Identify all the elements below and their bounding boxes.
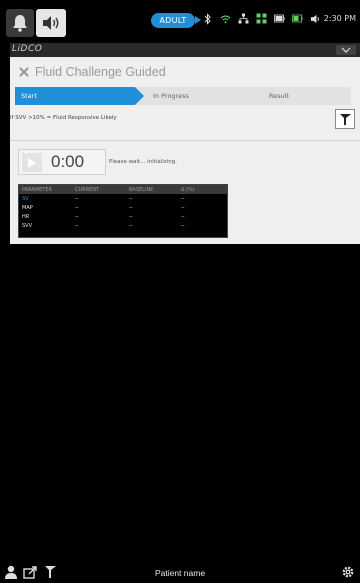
speaker-icon: [43, 16, 59, 30]
clock: 2:30 PM: [323, 14, 356, 23]
step-start: Start: [15, 87, 144, 105]
current-value: --: [75, 205, 79, 211]
step-label: Start: [21, 92, 37, 100]
baseline-value: --: [129, 196, 133, 202]
panel-title-text: Fluid Challenge Guided: [35, 65, 166, 79]
patient-mode-label: ADULT: [159, 16, 187, 25]
column-header: CURRENT: [75, 187, 100, 193]
column-header: BASELINE: [129, 187, 154, 193]
play-icon: [28, 157, 36, 168]
fluid-responsive-hint: If SVV >10% = Fluid Responsive Likely: [10, 115, 117, 121]
fluid-challenge-panel: Fluid Challenge Guided In Progress Resul…: [10, 57, 360, 244]
param-name: SV: [22, 196, 29, 202]
table-header: PARAMETER CURRENT BASELINE Δ (%): [19, 185, 227, 194]
divider: [10, 140, 360, 141]
network-icon: [238, 12, 249, 25]
collapse-button[interactable]: [336, 45, 356, 55]
current-value: --: [75, 223, 79, 229]
delta-value: --: [181, 205, 185, 211]
alarm-bell-button[interactable]: [6, 9, 34, 37]
play-button[interactable]: [22, 153, 42, 172]
column-header: Δ (%): [181, 187, 195, 193]
bluetooth-icon: [202, 12, 213, 25]
close-icon[interactable]: [18, 66, 30, 78]
step-label: Result: [269, 92, 290, 100]
current-value: --: [75, 214, 79, 220]
table-row: HR -- -- --: [19, 212, 227, 221]
settings-gear-icon[interactable]: [340, 564, 355, 579]
sound-button[interactable]: [36, 9, 66, 37]
table-row: SV -- -- --: [19, 194, 227, 203]
battery-icon: [292, 12, 303, 25]
wifi-icon: [220, 12, 231, 25]
table-row: SVV -- -- --: [19, 221, 227, 230]
param-name: SVV: [22, 223, 33, 229]
parameter-table: PARAMETER CURRENT BASELINE Δ (%) SV -- -…: [18, 184, 228, 238]
baseline-value: --: [129, 214, 133, 220]
step-result: Result: [245, 87, 351, 105]
system-status-icons: [202, 12, 321, 25]
panel-title: Fluid Challenge Guided: [18, 65, 166, 79]
delta-value: --: [181, 223, 185, 229]
timer-control: 0:00: [18, 149, 106, 175]
param-name: MAP: [22, 205, 33, 211]
step-label: In Progress: [153, 92, 189, 100]
column-header: PARAMETER: [22, 187, 52, 193]
timer-display: 0:00: [51, 152, 85, 171]
delta-value: --: [181, 196, 185, 202]
volume-icon: [310, 12, 321, 25]
baseline-value: --: [129, 223, 133, 229]
current-value: --: [75, 196, 79, 202]
grid-icon: [256, 12, 267, 25]
patient-name[interactable]: Patient name: [0, 568, 360, 578]
chevron-down-icon: [341, 47, 351, 53]
step-in-progress: In Progress: [135, 87, 255, 107]
event-flag-button[interactable]: [335, 109, 355, 129]
status-bar: ADULT 2:30 PM: [0, 0, 360, 42]
flag-icon: [339, 113, 351, 125]
bottom-bar: Patient name: [0, 560, 360, 583]
patient-mode-badge[interactable]: ADULT: [151, 13, 201, 28]
table-row: MAP -- -- --: [19, 203, 227, 212]
battery-icon: [274, 12, 285, 25]
progress-steps: In Progress Result Start: [15, 87, 351, 107]
param-name: HR: [22, 214, 30, 220]
status-message: Please wait... initializing.: [109, 159, 177, 165]
app-header: LiDCO: [10, 43, 360, 57]
baseline-value: --: [129, 205, 133, 211]
bell-icon: [13, 15, 27, 32]
delta-value: --: [181, 214, 185, 220]
app-logo: LiDCO: [12, 44, 43, 54]
